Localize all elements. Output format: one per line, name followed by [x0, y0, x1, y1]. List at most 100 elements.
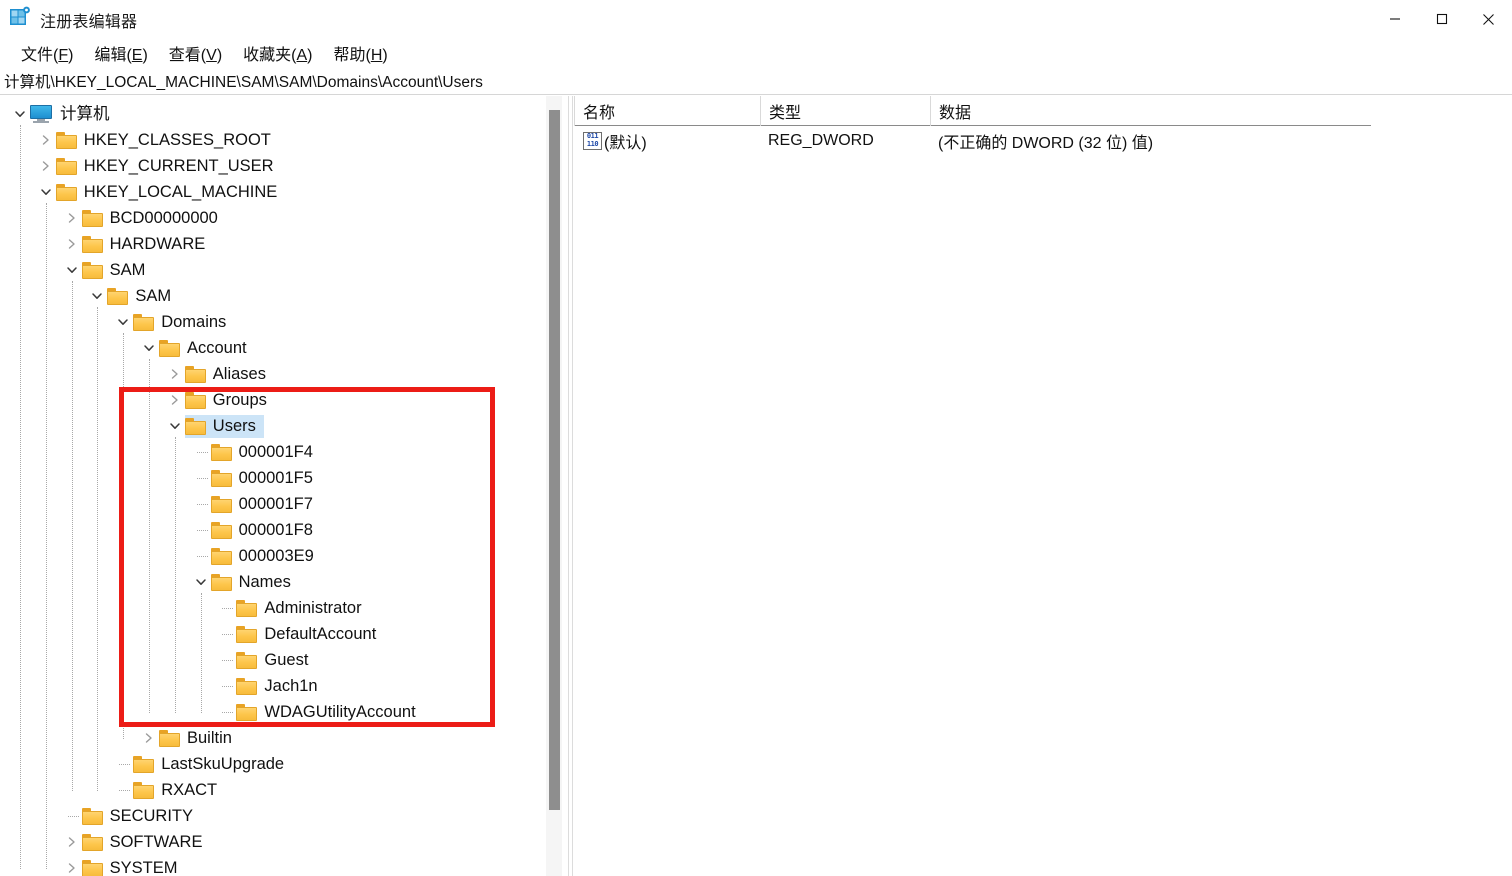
tree-item-sam[interactable]: SAM — [89, 283, 175, 309]
tree-item-label: Domains — [161, 312, 227, 331]
tree-item-software[interactable]: SOFTWARE — [64, 829, 207, 855]
tree-guide-line — [174, 437, 176, 713]
title-bar: 注册表编辑器 — [0, 0, 1512, 38]
chevron-down-icon[interactable] — [193, 574, 209, 590]
tree-item-lastskuupgrade[interactable]: LastSkuUpgrade — [115, 751, 288, 777]
tree-item-000001f8[interactable]: 000001F8 — [193, 517, 317, 543]
menu-help[interactable]: 帮助(H) — [323, 39, 398, 67]
folder-icon — [210, 469, 232, 487]
tree-item-label: Builtin — [187, 728, 232, 747]
maximize-button[interactable] — [1418, 0, 1465, 38]
menu-view[interactable]: 查看(V) — [159, 39, 233, 67]
tree-item-000003e9[interactable]: 000003E9 — [193, 543, 318, 569]
minimize-button[interactable] — [1371, 0, 1418, 38]
tree-vertical-scrollbar[interactable] — [546, 96, 562, 876]
tree-item-label: Users — [212, 416, 256, 435]
tree-item-account[interactable]: Account — [141, 335, 251, 361]
tree-item-000001f4[interactable]: 000001F4 — [193, 439, 317, 465]
tree-item-label: SECURITY — [109, 806, 194, 825]
chevron-down-icon[interactable] — [64, 262, 80, 278]
chevron-down-icon[interactable] — [141, 340, 157, 356]
column-header-type[interactable]: 类型 — [760, 95, 930, 126]
tree-item--[interactable]: 计算机 — [12, 101, 114, 127]
tree-item-000001f7[interactable]: 000001F7 — [193, 491, 317, 517]
chevron-right-icon[interactable] — [141, 730, 157, 746]
column-header-data[interactable]: 数据 — [930, 95, 1371, 126]
tree-item-names[interactable]: Names — [193, 569, 295, 595]
folder-icon — [184, 417, 206, 435]
tree-leaf-connector — [115, 756, 131, 772]
folder-icon — [236, 703, 258, 721]
scrollbar-thumb[interactable] — [549, 110, 560, 810]
registry-editor-icon — [9, 6, 31, 28]
menu-file[interactable]: 文件(F) — [11, 39, 84, 67]
tree-item-hkey-current-user[interactable]: HKEY_CURRENT_USER — [38, 153, 278, 179]
tree-item-guest[interactable]: Guest — [218, 647, 312, 673]
chevron-right-icon[interactable] — [64, 210, 80, 226]
value-row[interactable]: 011 110 (默认) REG_DWORD (不正确的 DWORD (32 位)… — [574, 126, 1371, 156]
tree-item-jach1n[interactable]: Jach1n — [218, 673, 321, 699]
value-type-cell: REG_DWORD — [768, 132, 874, 149]
folder-icon — [81, 261, 103, 279]
tree-item-label: WDAGUtilityAccount — [264, 702, 416, 721]
tree-item-builtin[interactable]: Builtin — [141, 725, 236, 751]
tree-leaf-connector — [193, 496, 209, 512]
chevron-right-icon[interactable] — [38, 158, 54, 174]
tree-leaf-connector — [218, 704, 234, 720]
tree-item-system[interactable]: SYSTEM — [64, 855, 182, 876]
tree-item-security[interactable]: SECURITY — [64, 803, 197, 829]
tree-item-label: Aliases — [212, 364, 266, 383]
folder-icon — [159, 729, 180, 747]
tree-item-groups[interactable]: Groups — [167, 387, 271, 413]
tree-item-content: HKEY_LOCAL_MACHINE — [55, 181, 281, 204]
menu-bar: 文件(F) 编辑(E) 查看(V) 收藏夹(A) 帮助(H) — [0, 38, 1512, 68]
chevron-right-icon[interactable] — [167, 392, 183, 408]
tree-item-aliases[interactable]: Aliases — [167, 361, 270, 387]
chevron-down-icon[interactable] — [12, 106, 28, 122]
tree-item-content: LastSkuUpgrade — [133, 753, 288, 776]
menu-favorites[interactable]: 收藏夹(A) — [233, 39, 323, 67]
menu-edit[interactable]: 编辑(E) — [84, 39, 158, 67]
tree-item-bcd00000000[interactable]: BCD00000000 — [64, 205, 222, 231]
chevron-down-icon[interactable] — [89, 288, 105, 304]
tree-leaf-connector — [193, 470, 209, 486]
tree-item-rxact[interactable]: RXACT — [115, 777, 221, 803]
tree-item-label: SYSTEM — [109, 858, 178, 876]
chevron-right-icon[interactable] — [167, 366, 183, 382]
tree-item-administrator[interactable]: Administrator — [218, 595, 365, 621]
chevron-right-icon[interactable] — [64, 236, 80, 252]
column-header-name[interactable]: 名称 — [574, 95, 760, 126]
chevron-right-icon[interactable] — [64, 834, 80, 850]
tree-item-hkey-classes-root[interactable]: HKEY_CLASSES_ROOT — [38, 127, 275, 153]
chevron-right-icon[interactable] — [64, 860, 80, 876]
tree-item-wdagutilityaccount[interactable]: WDAGUtilityAccount — [218, 699, 419, 725]
tree-item-label: Administrator — [264, 598, 362, 617]
pane-splitter[interactable] — [568, 96, 573, 876]
chevron-down-icon[interactable] — [115, 314, 131, 330]
tree-item-content: Guest — [236, 649, 312, 672]
address-bar[interactable]: 计算机\HKEY_LOCAL_MACHINE\SAM\SAM\Domains\A… — [0, 68, 1512, 95]
tree-item-000001f5[interactable]: 000001F5 — [193, 465, 317, 491]
chevron-down-icon[interactable] — [167, 418, 183, 434]
chevron-down-icon[interactable] — [38, 184, 54, 200]
tree-item-domains[interactable]: Domains — [115, 309, 230, 335]
tree-item-content: Names — [210, 571, 295, 594]
tree-item-sam[interactable]: SAM — [64, 257, 150, 283]
folder-icon — [55, 157, 77, 175]
tree-item-hardware[interactable]: HARDWARE — [64, 231, 210, 257]
tree-leaf-connector — [193, 548, 209, 564]
folder-icon — [184, 391, 206, 409]
tree-item-users[interactable]: Users — [167, 413, 264, 439]
tree-leaf-connector — [218, 600, 234, 616]
value-name-cell[interactable]: 011 110 (默认) — [574, 126, 760, 156]
tree-item-label: 计算机 — [60, 104, 110, 123]
tree-item-hkey-local-machine[interactable]: HKEY_LOCAL_MACHINE — [38, 179, 281, 205]
registry-tree-pane: 计算机 HKEY_CLASSES_ROOT HKEY_CURRENT_USER HKE… — [0, 96, 554, 876]
tree-item-defaultaccount[interactable]: DefaultAccount — [218, 621, 380, 647]
tree-item-content: SAM — [81, 259, 150, 282]
tree-guide-line — [123, 333, 125, 739]
tree-item-label: 000003E9 — [238, 546, 314, 565]
close-button[interactable] — [1465, 0, 1512, 38]
tree-item-label: SAM — [135, 286, 172, 305]
chevron-right-icon[interactable] — [38, 132, 54, 148]
